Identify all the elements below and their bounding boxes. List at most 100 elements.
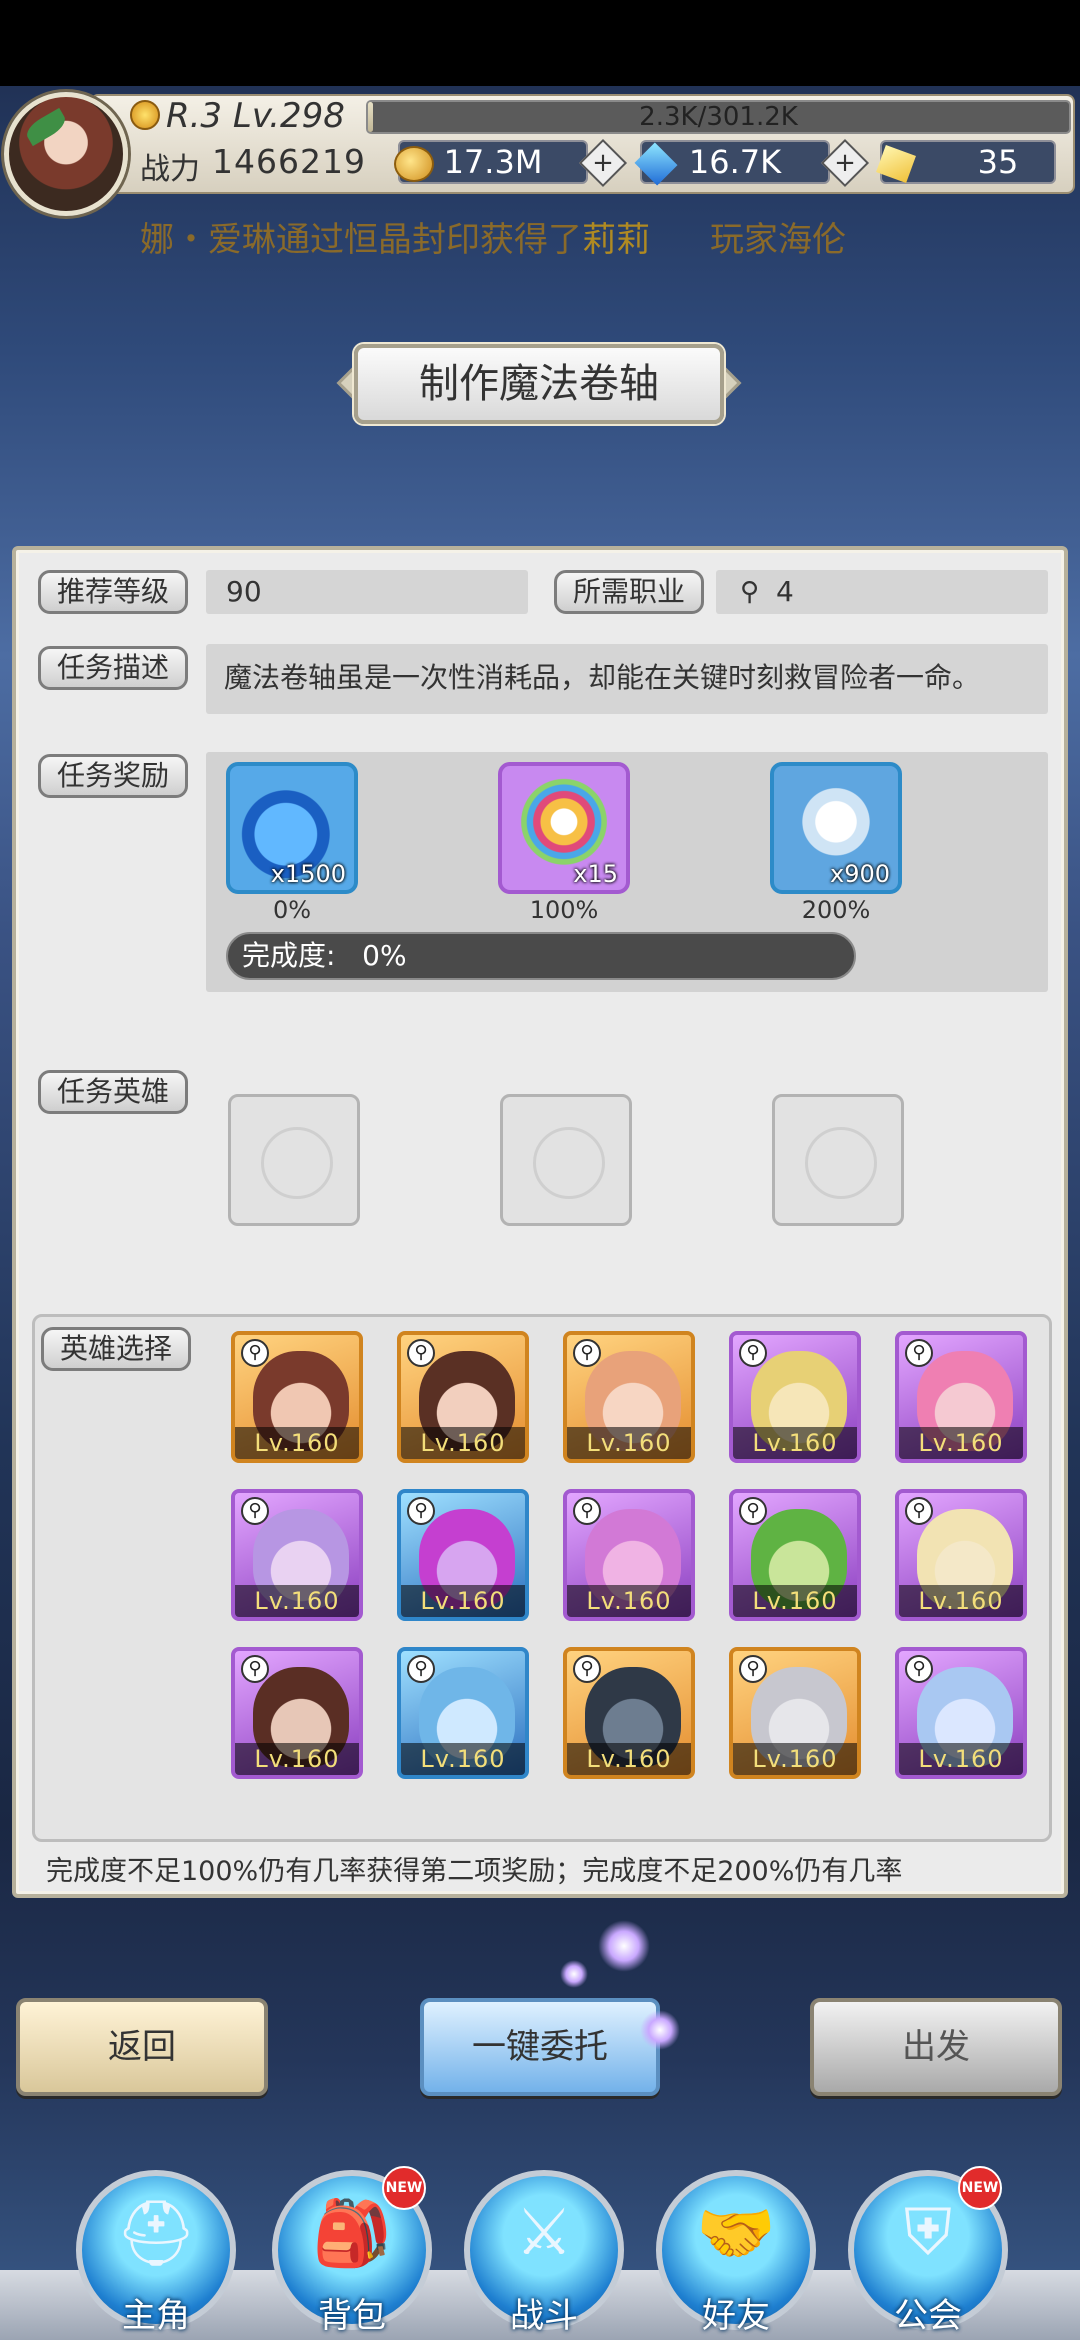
reward-count: x900	[829, 860, 890, 888]
hero-card[interactable]: ⚲ Lv.160	[895, 1647, 1027, 1779]
reward-label: 任务奖励	[38, 754, 188, 798]
reward-item-1[interactable]: x1500 0%	[226, 762, 358, 924]
nav-hero[interactable]: ⛑ 主角	[76, 2170, 236, 2340]
nav-label: 公会	[894, 2296, 962, 2336]
hero-card[interactable]: ⚲ Lv.160	[397, 1647, 529, 1779]
hero-slot-1[interactable]	[228, 1094, 360, 1226]
hero-card[interactable]: ⚲ Lv.160	[729, 1647, 861, 1779]
coin-icon	[394, 146, 434, 182]
hero-card[interactable]: ⚲ Lv.160	[895, 1331, 1027, 1463]
rainbow-orb-icon: x15	[498, 762, 630, 894]
hero-level: Lv.160	[733, 1427, 857, 1459]
completion-label: 完成度:	[242, 939, 336, 972]
hero-helmet-icon: ⛑	[115, 2197, 197, 2271]
depart-button[interactable]: 出发	[810, 1998, 1062, 2096]
new-badge: NEW	[958, 2166, 1002, 2210]
hero-level: Lv.160	[567, 1585, 691, 1617]
handshake-icon: 🤝	[696, 2197, 776, 2271]
nav-guild[interactable]: ⛨ 公会 NEW	[848, 2166, 1008, 2340]
power-value: 1466219	[212, 142, 366, 181]
nav-label: 战斗	[510, 2296, 578, 2336]
reward-threshold: 0%	[272, 896, 312, 924]
class-icon: ⚲	[905, 1655, 933, 1683]
announcement-prefix: 娜・爱琳通过恒晶封印获得了	[140, 220, 582, 260]
completion-tip: 完成度不足100%仍有几率获得第二项奖励；完成度不足200%仍有几率	[46, 1856, 903, 1887]
quest-description: 魔法卷轴虽是一次性消耗品，却能在关键时刻救冒险者一命。	[206, 644, 1048, 714]
auto-dispatch-button[interactable]: 一键委托	[420, 1998, 660, 2096]
hero-card[interactable]: ⚲ Lv.160	[729, 1331, 861, 1463]
class-icon: ⚲	[407, 1655, 435, 1683]
reward-count: x1500	[270, 860, 346, 888]
hero-level: Lv.160	[401, 1427, 525, 1459]
nav-battle[interactable]: ⚔ 战斗	[464, 2170, 624, 2340]
hero-level: Lv.160	[401, 1585, 525, 1617]
magnifier-class-icon: ⚲	[740, 577, 760, 607]
crystal-ore-icon: x900	[770, 762, 902, 894]
gold-crystal-value: 35	[977, 143, 1019, 181]
hero-level: Lv.160	[401, 1743, 525, 1775]
hero-level: Lv.160	[235, 1585, 359, 1617]
back-button[interactable]: 返回	[16, 1998, 268, 2096]
diamond-value: 16.7K	[688, 143, 782, 181]
coin-counter: 17.3M	[394, 140, 588, 184]
exp-bar: 2.3K/301.2K	[366, 100, 1071, 134]
completion-value: 0%	[362, 939, 407, 972]
coin-value: 17.3M	[443, 143, 543, 181]
hero-card[interactable]: ⚲ Lv.160	[231, 1647, 363, 1779]
diamond-counter: 16.7K	[634, 140, 830, 186]
class-icon: ⚲	[905, 1497, 933, 1525]
hero-selector[interactable]: 英雄选择 ⚲ Lv.160 ⚲ Lv.160 ⚲ Lv.160 ⚲ Lv.160 ⚲ Lv.160…	[32, 1314, 1052, 1842]
hero-select-label: 英雄选择	[41, 1327, 191, 1371]
class-icon: ⚲	[407, 1497, 435, 1525]
class-icon: ⚲	[241, 1339, 269, 1367]
sparkle-effect	[640, 2010, 680, 2050]
page-title: 制作魔法卷轴	[354, 344, 724, 424]
class-icon: ⚲	[905, 1339, 933, 1367]
completion-bar: 完成度: 0%	[226, 932, 856, 980]
crossed-swords-icon: ⚔	[515, 2196, 573, 2270]
reward-item-2[interactable]: x15 100%	[498, 762, 630, 924]
description-label: 任务描述	[38, 646, 188, 690]
hero-slot-2[interactable]	[500, 1094, 632, 1226]
hero-card[interactable]: ⚲ Lv.160	[231, 1489, 363, 1621]
hero-level: Lv.160	[899, 1427, 1023, 1459]
hero-level: Lv.160	[899, 1743, 1023, 1775]
recommended-level-value: 90	[206, 570, 528, 614]
hero-card[interactable]: ⚲ Lv.160	[397, 1489, 529, 1621]
nav-label: 好友	[702, 2296, 770, 2336]
hero-level: Lv.160	[235, 1427, 359, 1459]
leaf-ornament-icon	[22, 107, 70, 147]
class-icon: ⚲	[739, 1497, 767, 1525]
hero-level: Lv.160	[567, 1427, 691, 1459]
hero-card[interactable]: ⚲ Lv.160	[729, 1489, 861, 1621]
hero-card[interactable]: ⚲ Lv.160	[563, 1489, 695, 1621]
reward-threshold: 100%	[529, 896, 599, 924]
status-bar	[0, 0, 1080, 86]
recommended-level-label: 推荐等级	[38, 570, 188, 614]
class-icon: ⚲	[407, 1339, 435, 1367]
reward-item-3[interactable]: x900 200%	[770, 762, 902, 924]
hero-card[interactable]: ⚲ Lv.160	[563, 1331, 695, 1463]
class-icon: ⚲	[739, 1339, 767, 1367]
gold-crystal-icon	[876, 144, 916, 184]
nav-friends[interactable]: 🤝 好友	[656, 2170, 816, 2340]
reward-count: x15	[573, 860, 618, 888]
hero-card[interactable]: ⚲ Lv.160	[397, 1331, 529, 1463]
player-avatar[interactable]	[4, 92, 128, 216]
announcement-highlight: 莉莉	[582, 220, 650, 260]
reward-threshold: 200%	[801, 896, 871, 924]
hero-card[interactable]: ⚲ Lv.160	[231, 1331, 363, 1463]
class-icon: ⚲	[739, 1655, 767, 1683]
class-icon: ⚲	[573, 1497, 601, 1525]
hero-level: Lv.160	[733, 1585, 857, 1617]
required-class-field: ⚲ 4	[716, 570, 1048, 614]
quest-hero-label: 任务英雄	[38, 1070, 188, 1114]
hero-card[interactable]: ⚲ Lv.160	[563, 1647, 695, 1779]
rank-medal-icon	[130, 100, 160, 130]
class-icon: ⚲	[573, 1339, 601, 1367]
hero-slot-3[interactable]	[772, 1094, 904, 1226]
nav-backpack[interactable]: 🎒 背包 NEW	[272, 2166, 432, 2340]
hero-level: Lv.160	[567, 1743, 691, 1775]
required-class-count: 4	[776, 575, 794, 608]
hero-card[interactable]: ⚲ Lv.160	[895, 1489, 1027, 1621]
